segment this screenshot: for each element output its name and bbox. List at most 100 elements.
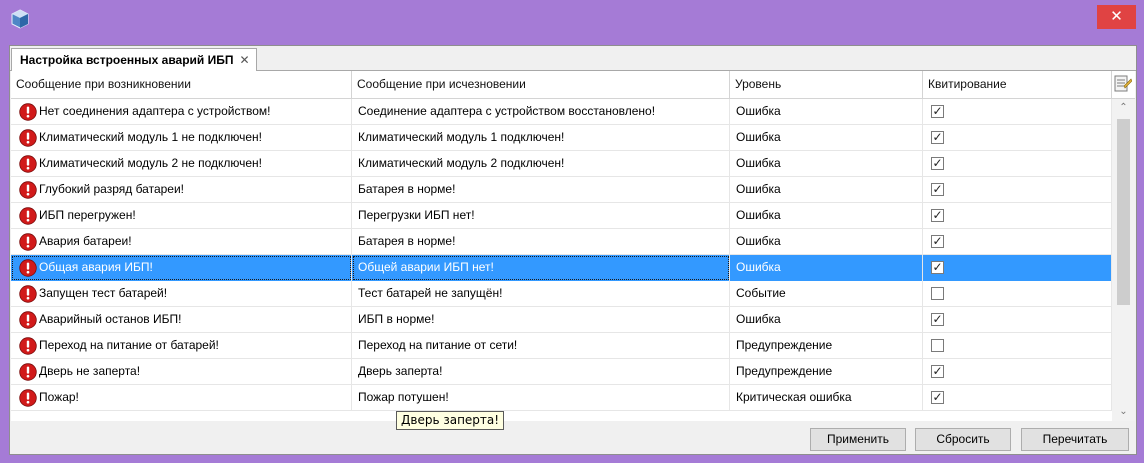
acknowledge-checkbox[interactable] xyxy=(931,287,944,300)
acknowledge-checkbox-checked[interactable]: ✓ xyxy=(931,209,944,222)
cell-level[interactable]: Ошибка xyxy=(730,307,923,333)
on-message-text: Авария батареи! xyxy=(39,234,132,248)
on-message-text: Глубокий разряд батареи! xyxy=(39,182,185,196)
apply-button[interactable]: Применить xyxy=(810,428,906,451)
scroll-down-arrow-icon[interactable]: ⌄ xyxy=(1112,403,1135,421)
cell-off-message[interactable]: Пожар потушен! xyxy=(352,385,730,411)
cell-off-message[interactable]: Тест батарей не запущён! xyxy=(352,281,730,307)
table-row[interactable]: Глубокий разряд батареи! Батарея в норме!… xyxy=(11,177,1112,203)
acknowledge-checkbox-checked[interactable]: ✓ xyxy=(931,105,944,118)
acknowledge-checkbox-checked[interactable]: ✓ xyxy=(931,313,944,326)
cell-on-message[interactable]: Авария батареи! xyxy=(11,229,352,255)
table-row[interactable]: Авария батареи! Батарея в норме! Ошибка ✓ xyxy=(11,229,1112,255)
alert-icon xyxy=(19,311,37,329)
vertical-scrollbar[interactable]: ⌃ ⌄ xyxy=(1112,99,1135,421)
cell-level[interactable]: Ошибка xyxy=(730,229,923,255)
acknowledge-checkbox-checked[interactable]: ✓ xyxy=(931,131,944,144)
cell-on-message[interactable]: Переход на питание от батарей! xyxy=(11,333,352,359)
reread-button[interactable]: Перечитать xyxy=(1021,428,1129,451)
cell-off-message[interactable]: Климатический модуль 1 подключен! xyxy=(352,125,730,151)
acknowledge-checkbox[interactable] xyxy=(931,339,944,352)
cell-level[interactable]: Ошибка xyxy=(730,151,923,177)
cell-on-message[interactable]: Климатический модуль 2 не подключен! xyxy=(11,151,352,177)
cell-acknowledge[interactable]: ✓ xyxy=(923,151,1112,177)
column-header-off-message[interactable]: Сообщение при исчезновении xyxy=(352,71,730,98)
cell-level[interactable]: Предупреждение xyxy=(730,333,923,359)
table-row[interactable]: Нет соединения адаптера с устройством! Со… xyxy=(11,99,1112,125)
on-message-text: Аварийный останов ИБП! xyxy=(39,312,182,326)
cell-on-message[interactable]: Климатический модуль 1 не подключен! xyxy=(11,125,352,151)
column-header-level[interactable]: Уровень xyxy=(730,71,923,98)
cell-on-message[interactable]: Запущен тест батарей! xyxy=(11,281,352,307)
on-message-text: Климатический модуль 1 не подключен! xyxy=(39,130,263,144)
tab-strip: Настройка встроенных аварий ИБП ✕ xyxy=(10,46,1136,71)
cell-on-message[interactable]: Нет соединения адаптера с устройством! xyxy=(11,99,352,125)
cell-acknowledge[interactable]: ✓ xyxy=(923,255,1112,281)
cell-off-message[interactable]: Соединение адаптера с устройством восста… xyxy=(352,99,730,125)
alert-icon xyxy=(19,259,37,277)
column-chooser-icon[interactable] xyxy=(1114,74,1132,94)
on-message-text: Дверь не заперта! xyxy=(39,364,141,378)
cell-on-message[interactable]: Пожар! xyxy=(11,385,352,411)
cell-off-message[interactable]: Переход на питание от сети! xyxy=(352,333,730,359)
cell-level[interactable]: Ошибка xyxy=(730,255,923,281)
cell-off-message[interactable]: Перегрузки ИБП нет! xyxy=(352,203,730,229)
cell-level[interactable]: Ошибка xyxy=(730,177,923,203)
acknowledge-checkbox-checked[interactable]: ✓ xyxy=(931,235,944,248)
table-row[interactable]: Дверь не заперта! Дверь заперта! Предупреж… xyxy=(11,359,1112,385)
cell-off-message[interactable]: Дверь заперта! xyxy=(352,359,730,385)
acknowledge-checkbox-checked[interactable]: ✓ xyxy=(931,157,944,170)
table-row[interactable]: Аварийный останов ИБП! ИБП в норме! Ошибка… xyxy=(11,307,1112,333)
column-header-on-message[interactable]: Сообщение при возникновении xyxy=(11,71,352,98)
window-close-button[interactable]: ✕ xyxy=(1097,5,1136,29)
table-row[interactable]: Общая авария ИБП! Общей аварии ИБП нет! Ош… xyxy=(11,255,1112,281)
table-row[interactable]: ИБП перегружен! Перегрузки ИБП нет! Ошибка… xyxy=(11,203,1112,229)
tab-close-icon[interactable]: ✕ xyxy=(240,53,250,67)
cell-acknowledge[interactable]: ✓ xyxy=(923,203,1112,229)
cell-on-message[interactable]: Аварийный останов ИБП! xyxy=(11,307,352,333)
cell-off-message[interactable]: Батарея в норме! xyxy=(352,229,730,255)
cell-level[interactable]: Критическая ошибка xyxy=(730,385,923,411)
cell-level[interactable]: Ошибка xyxy=(730,99,923,125)
scrollbar-thumb[interactable] xyxy=(1117,119,1130,305)
table-row[interactable]: Пожар! Пожар потушен! Критическая ошибка ✓ xyxy=(11,385,1112,411)
cell-off-message[interactable]: Климатический модуль 2 подключен! xyxy=(352,151,730,177)
acknowledge-checkbox-checked[interactable]: ✓ xyxy=(931,261,944,274)
tab-ups-alarms-settings[interactable]: Настройка встроенных аварий ИБП ✕ xyxy=(11,48,257,71)
table-row[interactable]: Запущен тест батарей! Тест батарей не зап… xyxy=(11,281,1112,307)
cell-on-message[interactable]: Общая авария ИБП! xyxy=(11,255,352,281)
acknowledge-checkbox-checked[interactable]: ✓ xyxy=(931,183,944,196)
cell-acknowledge[interactable]: ✓ xyxy=(923,385,1112,411)
on-message-text: Нет соединения адаптера с устройством! xyxy=(39,104,271,118)
cell-off-message[interactable]: ИБП в норме! xyxy=(352,307,730,333)
table-row[interactable]: Климатический модуль 2 не подключен! Клим… xyxy=(11,151,1112,177)
cell-level[interactable]: Предупреждение xyxy=(730,359,923,385)
cell-acknowledge[interactable] xyxy=(923,333,1112,359)
scroll-up-arrow-icon[interactable]: ⌃ xyxy=(1112,99,1135,117)
cell-acknowledge[interactable]: ✓ xyxy=(923,177,1112,203)
alert-icon xyxy=(19,337,37,355)
alarms-table: Сообщение при возникновении Сообщение пр… xyxy=(11,71,1135,421)
acknowledge-checkbox-checked[interactable]: ✓ xyxy=(931,391,944,404)
cell-acknowledge[interactable] xyxy=(923,281,1112,307)
cell-level[interactable]: Ошибка xyxy=(730,203,923,229)
acknowledge-checkbox-checked[interactable]: ✓ xyxy=(931,365,944,378)
cell-on-message[interactable]: ИБП перегружен! xyxy=(11,203,352,229)
table-row[interactable]: Переход на питание от батарей! Переход на… xyxy=(11,333,1112,359)
reset-button[interactable]: Сбросить xyxy=(915,428,1011,451)
cell-acknowledge[interactable]: ✓ xyxy=(923,229,1112,255)
column-header-acknowledge[interactable]: Квитирование xyxy=(923,71,1112,98)
cell-on-message[interactable]: Глубокий разряд батареи! xyxy=(11,177,352,203)
cell-acknowledge[interactable]: ✓ xyxy=(923,99,1112,125)
cell-acknowledge[interactable]: ✓ xyxy=(923,307,1112,333)
cell-level[interactable]: Событие xyxy=(730,281,923,307)
cell-level[interactable]: Ошибка xyxy=(730,125,923,151)
cell-off-message[interactable]: Общей аварии ИБП нет! xyxy=(352,255,730,281)
title-bar[interactable]: ✕ xyxy=(0,0,1144,38)
cell-acknowledge[interactable]: ✓ xyxy=(923,359,1112,385)
cell-off-message[interactable]: Батарея в норме! xyxy=(352,177,730,203)
alert-icon xyxy=(19,103,37,121)
cell-on-message[interactable]: Дверь не заперта! xyxy=(11,359,352,385)
table-row[interactable]: Климатический модуль 1 не подключен! Клим… xyxy=(11,125,1112,151)
cell-acknowledge[interactable]: ✓ xyxy=(923,125,1112,151)
